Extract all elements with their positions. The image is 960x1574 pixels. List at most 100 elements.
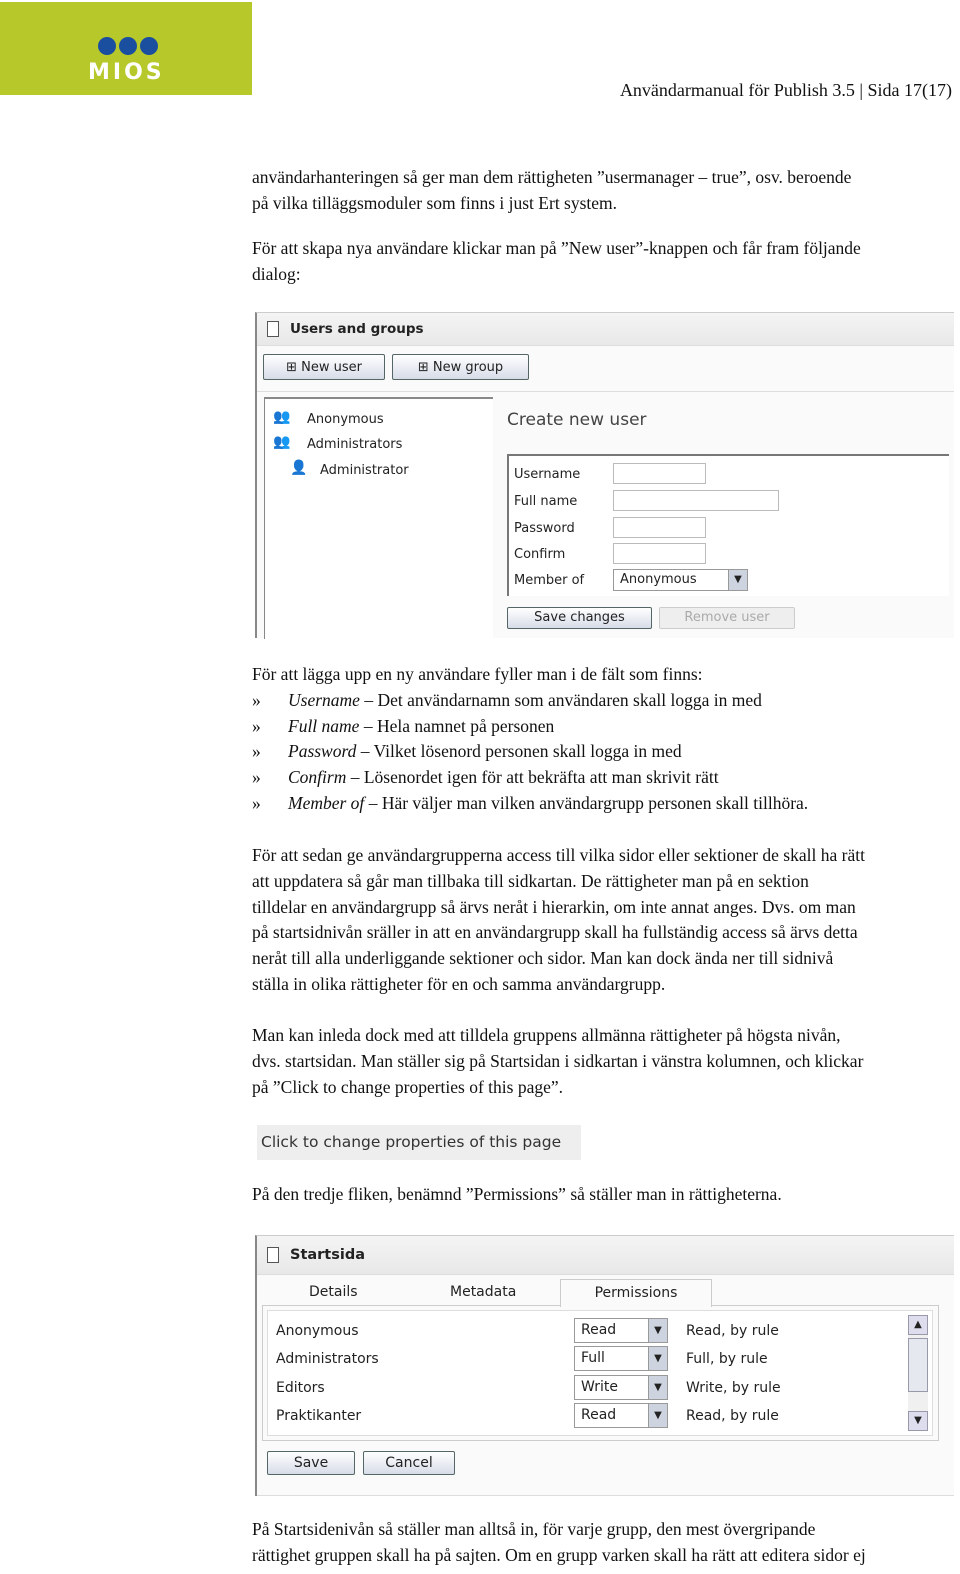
users-and-groups-dialog: Users and groups ⊞ New user ⊞ New group … [255, 312, 954, 639]
tab-permissions[interactable]: Permissions [560, 1279, 712, 1307]
label: New group [432, 360, 504, 375]
group-name: Anonymous [276, 1323, 359, 1339]
password-label: Password [514, 521, 575, 536]
user-icon: 👤 [290, 460, 308, 476]
line: För att sedan ge användargrupperna acces… [252, 845, 865, 865]
line: på ”Click to change properties of this p… [252, 1076, 564, 1097]
scroll-down-icon[interactable]: ▼ [908, 1411, 928, 1431]
member-of-select[interactable]: Anonymous ▼ [613, 569, 748, 591]
chevron-down-icon: ▼ [648, 1404, 667, 1427]
chevron-down-icon: ▼ [648, 1376, 667, 1399]
plus-icon: ⊞ [417, 360, 433, 375]
tree-item-administrator[interactable]: Administrator [320, 463, 409, 478]
desc: – Hela namnet på personen [359, 715, 555, 736]
line: ställa in olika rättigheter för en och s… [252, 973, 666, 994]
page-header: Användarmanual för Publish 3.5 | Sida 17… [619, 80, 952, 100]
form-title: Create new user [507, 410, 647, 430]
line: att uppdatera så går man tillbaka till s… [252, 870, 809, 891]
paragraph-1: användarhanteringen så ger man dem rätti… [252, 165, 851, 217]
tree-item-administrators[interactable]: Administrators [307, 437, 402, 452]
member-of-label: Member of [514, 573, 585, 588]
group-name: Administrators [276, 1351, 379, 1367]
dialog-titlebar: Users and groups [257, 313, 954, 346]
effective-permission: Read, by rule [686, 1408, 779, 1424]
page-icon [267, 321, 279, 337]
new-group-button[interactable]: ⊞ New group [392, 354, 529, 380]
group-name: Praktikanter [276, 1408, 362, 1424]
desc: – Vilket lösenord personen skall logga i… [356, 741, 682, 762]
term: Full name [288, 715, 360, 736]
dialog-title: Users and groups [290, 321, 424, 337]
logo-text: MIOS [88, 60, 165, 85]
dialog-title: Startsida [290, 1247, 366, 1263]
chevron-down-icon: ▼ [648, 1347, 667, 1370]
line: på startsidnivån sräller in att en använ… [252, 922, 858, 943]
paragraph-5: Man kan inleda dock med att tilldela gru… [252, 1023, 863, 1100]
term: Member of [288, 792, 365, 813]
bullet: » [252, 690, 261, 710]
paragraph-7: På Startsidenivån så ställer man alltså … [252, 1517, 866, 1569]
scroll-up-icon[interactable]: ▲ [908, 1315, 928, 1335]
line: på vilka tilläggsmoduler som finns i jus… [252, 192, 618, 213]
permission-select[interactable]: Read ▼ [574, 1403, 668, 1428]
bullet: » [252, 741, 261, 762]
paragraph-6: På den tredje fliken, benämnd ”Permissio… [252, 1184, 782, 1204]
term: Confirm [288, 767, 347, 788]
selected-value: Read [581, 1322, 617, 1338]
label: New user [301, 360, 362, 375]
term: Password [288, 741, 357, 762]
scroll-thumb[interactable] [908, 1338, 928, 1392]
selected-value: Anonymous [620, 572, 697, 587]
username-input[interactable] [613, 463, 706, 484]
confirm-label: Confirm [514, 547, 566, 562]
bullet: » [252, 767, 261, 788]
permissions-list: Anonymous Read ▼ Read, by rule Administrato… [267, 1310, 933, 1436]
confirm-input[interactable] [613, 543, 706, 564]
chevron-down-icon: ▼ [728, 570, 747, 590]
desc: – Här väljer man vilken användargrupp pe… [364, 792, 809, 813]
save-button[interactable]: Save [267, 1451, 355, 1475]
new-user-button[interactable]: ⊞ New user [263, 354, 385, 380]
group-icon: 👥 [273, 434, 291, 450]
fullname-input[interactable] [613, 490, 779, 511]
save-changes-button[interactable]: Save changes [507, 607, 652, 629]
fullname-label: Full name [514, 494, 578, 509]
effective-permission: Full, by rule [686, 1351, 768, 1367]
remove-user-button[interactable]: Remove user [659, 607, 795, 629]
line: dvs. startsidan. Man ställer sig på Star… [252, 1050, 864, 1071]
dialog-titlebar: Startsida [257, 1236, 954, 1275]
plus-icon: ⊞ [286, 360, 302, 375]
paragraph-2: För att skapa nya användare klickar man … [252, 236, 861, 288]
page-icon [267, 1247, 279, 1263]
line: rättighet gruppen skall ha på sajten. Om… [252, 1544, 866, 1565]
line: På Startsidenivån så ställer man alltså … [252, 1519, 816, 1539]
scrollbar[interactable]: ▲ ▼ [908, 1315, 928, 1431]
cancel-button[interactable]: Cancel [363, 1451, 455, 1475]
permission-select[interactable]: Full ▼ [574, 1346, 668, 1371]
password-input[interactable] [613, 517, 706, 538]
desc: – Det användarnamn som användaren skall … [359, 690, 762, 710]
user-tree: 👥 Anonymous 👥 Administrators 👤 Administrato… [264, 397, 493, 639]
permission-select[interactable]: Write ▼ [574, 1375, 668, 1400]
username-label: Username [514, 467, 581, 482]
permission-select[interactable]: Read ▼ [574, 1318, 668, 1343]
selected-value: Read [581, 1407, 617, 1423]
group-name: Editors [276, 1380, 325, 1396]
line: Man kan inleda dock med att tilldela gru… [252, 1025, 841, 1045]
effective-permission: Read, by rule [686, 1323, 779, 1339]
permissions-dialog: Startsida Details Metadata Permissions A… [255, 1235, 954, 1496]
paragraph-4: För att sedan ge användargrupperna acces… [252, 843, 865, 998]
tab-details[interactable]: Details [309, 1284, 358, 1300]
document-page: MIOS Användarmanual för Publish 3.5 | Si… [0, 0, 960, 1574]
paragraph-3: För att lägga upp en ny användare fyller… [252, 664, 703, 684]
logo-dots-icon [98, 37, 158, 55]
bullet: » [252, 792, 261, 813]
group-icon: 👥 [273, 409, 291, 425]
tab-metadata[interactable]: Metadata [450, 1284, 516, 1300]
tree-item-anonymous[interactable]: Anonymous [307, 412, 384, 427]
change-properties-link[interactable]: Click to change properties of this page [257, 1125, 581, 1160]
line: neråt till alla underliggande sektioner … [252, 948, 834, 969]
effective-permission: Write, by rule [686, 1380, 781, 1396]
selected-value: Write [581, 1379, 618, 1395]
mios-logo: MIOS [0, 2, 252, 95]
